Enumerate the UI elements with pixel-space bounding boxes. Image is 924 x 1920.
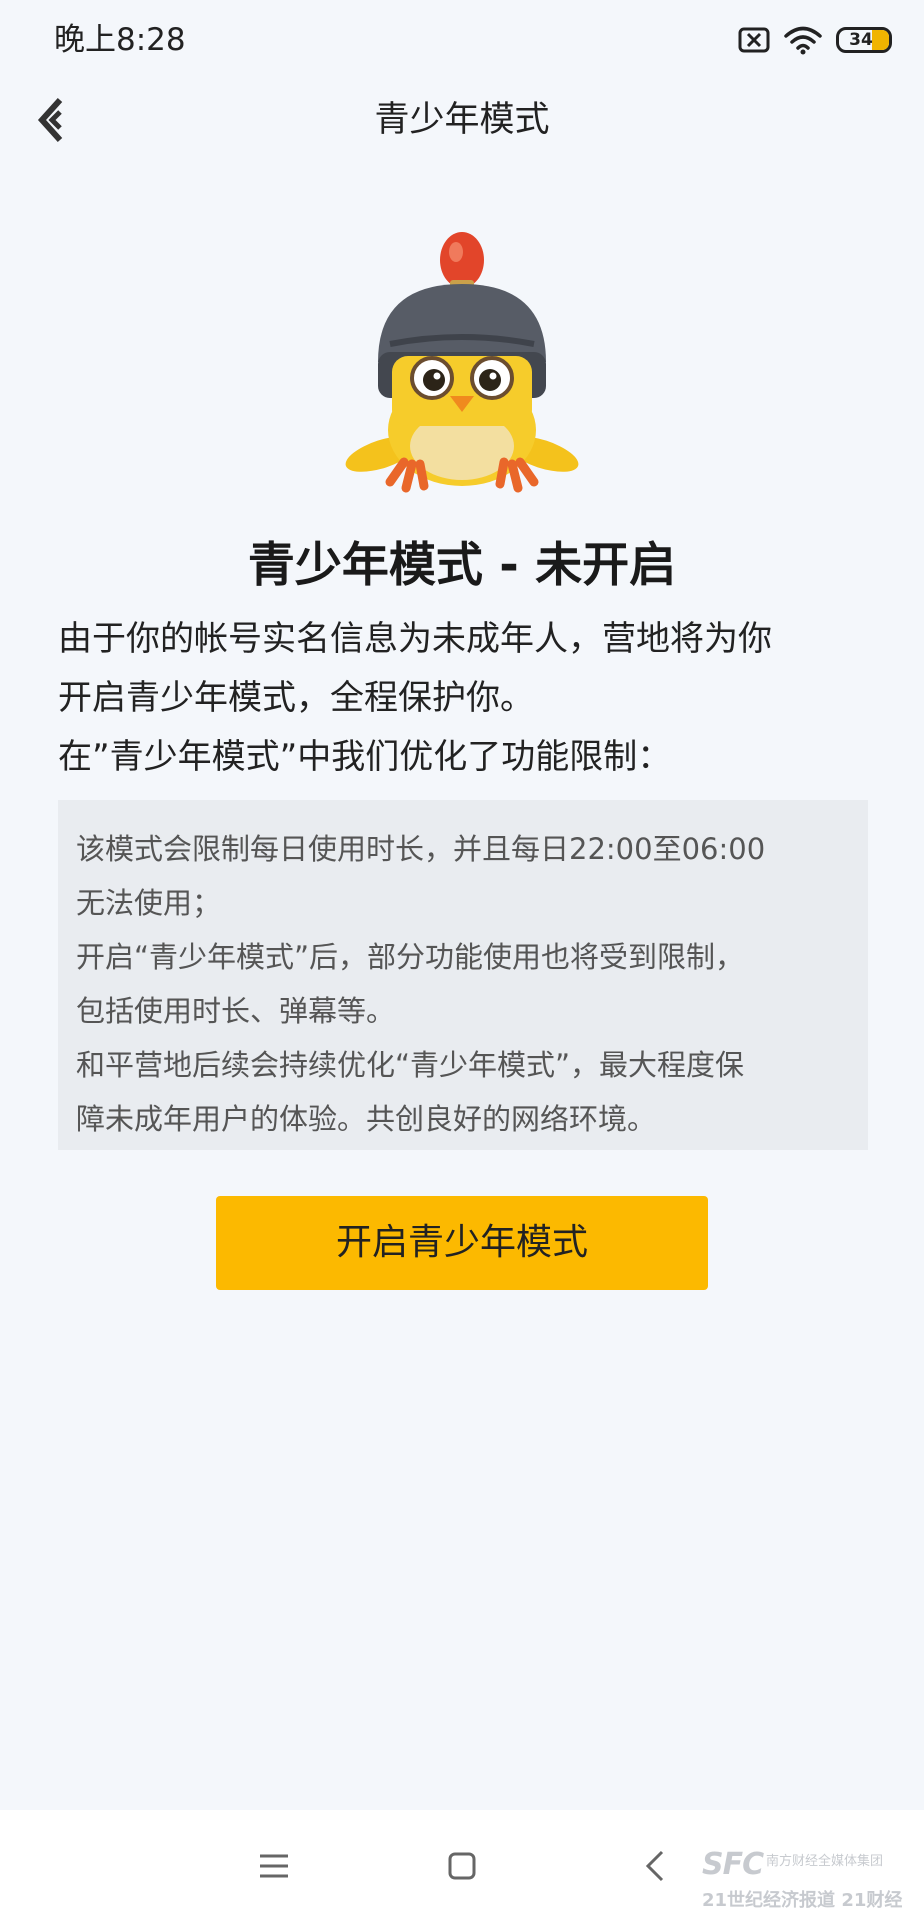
mode-status-title: 青少年模式 - 未开启 <box>247 538 677 593</box>
enable-teen-mode-button[interactable]: 开启青少年模式 <box>216 1196 708 1290</box>
restrictions-info-box: 该模式会限制每日使用时长，并且每日22:00至06:00 无法使用； 开启“青少… <box>58 800 868 1150</box>
watermark-logo: SFC <box>702 1847 764 1882</box>
info-line: 和平营地后续会持续优化“青少年模式”，最大程度保 <box>76 1048 745 1082</box>
wifi-icon <box>784 25 822 55</box>
helmet-chick-mascot <box>342 232 582 494</box>
system-back-button[interactable] <box>636 1846 676 1886</box>
watermark-line1: 南方财经全媒体集团 <box>766 1854 884 1869</box>
intro-text: 由于你的帐号实名信息为未成年人，营地将为你 开启青少年模式，全程保护你。 在”青… <box>58 610 878 787</box>
app-header: 青少年模式 <box>0 80 924 160</box>
info-line: 包括使用时长、弹幕等。 <box>76 994 396 1028</box>
status-bar: 晚上8:28 34 <box>0 0 924 80</box>
status-icons: 34 <box>738 22 892 58</box>
intro-line: 开启青少年模式，全程保护你。 <box>58 678 534 718</box>
sim-disabled-icon <box>738 27 770 53</box>
info-line: 无法使用； <box>76 886 222 920</box>
info-line: 障未成年用户的体验。共创良好的网络环境。 <box>76 1102 657 1136</box>
home-icon <box>448 1852 476 1880</box>
battery-level: 34 <box>849 30 873 50</box>
intro-line: 由于你的帐号实名信息为未成年人，营地将为你 <box>58 619 772 659</box>
back-icon <box>645 1850 664 1882</box>
watermark: SFC 南方财经全媒体集团 21世纪经济报道 21财经 <box>702 1848 902 1914</box>
status-time: 晚上8:28 <box>54 22 186 58</box>
info-line: 开启“青少年模式”后，部分功能使用也将受到限制， <box>76 940 745 974</box>
watermark-line2: 21世纪经济报道 21财经 <box>702 1890 903 1911</box>
home-button[interactable] <box>442 1846 482 1886</box>
intro-line: 在”青少年模式”中我们优化了功能限制： <box>58 737 672 777</box>
menu-button[interactable] <box>254 1846 294 1886</box>
battery-icon: 34 <box>836 27 892 53</box>
menu-icon <box>260 1854 288 1878</box>
info-line: 该模式会限制每日使用时长，并且每日22:00至06:00 <box>76 832 766 866</box>
page-title: 青少年模式 <box>374 100 550 140</box>
